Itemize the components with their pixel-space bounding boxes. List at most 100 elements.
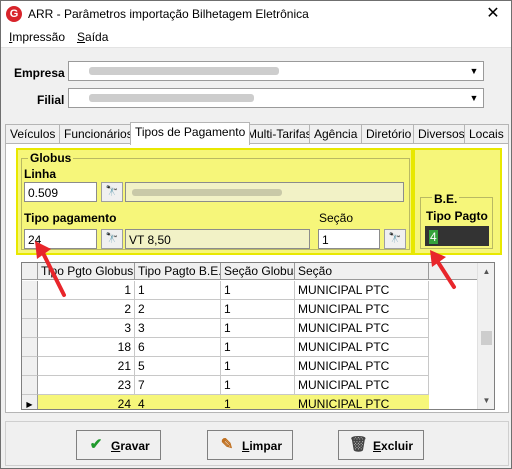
menu-saida-label: aída bbox=[85, 30, 109, 44]
chevron-down-icon[interactable]: ▼ bbox=[467, 64, 481, 78]
table-cell[interactable]: MUNICIPAL PTC bbox=[295, 300, 429, 319]
limpar-button[interactable]: ✎ Limpar bbox=[207, 430, 293, 460]
table-cell[interactable]: 18 bbox=[38, 338, 135, 357]
tipo-pagamento-search-button[interactable]: 🔭 bbox=[101, 229, 123, 249]
window-title: ARR - Parâmetros importação Bilhetagem E… bbox=[28, 7, 309, 21]
table-cell[interactable]: 3 bbox=[135, 319, 221, 338]
table-cell[interactable]: 1 bbox=[221, 376, 295, 395]
table-cell[interactable]: 3 bbox=[38, 319, 135, 338]
table-row[interactable]: 18 6 1 MUNICIPAL PTC bbox=[22, 338, 494, 357]
close-button[interactable]: ✕ bbox=[475, 1, 511, 28]
gravar-label: Gravar bbox=[111, 439, 150, 453]
col-secao-globus[interactable]: Seção Globus bbox=[221, 263, 295, 280]
table-cell[interactable]: MUNICIPAL PTC bbox=[295, 319, 429, 338]
tipo-pagamento-description: VT 8,50 bbox=[125, 229, 310, 249]
table-cell[interactable]: MUNICIPAL PTC bbox=[295, 395, 429, 409]
tab-tipos-de-pagamento[interactable]: Tipos de Pagamento bbox=[130, 122, 251, 145]
app-logo-icon: G bbox=[6, 6, 22, 22]
row-indicator[interactable] bbox=[22, 357, 38, 376]
scrollbar-thumb[interactable] bbox=[481, 331, 492, 345]
binoculars-icon: 🔭 bbox=[388, 233, 402, 244]
linha-input[interactable]: 0.509 bbox=[24, 182, 97, 202]
table-cell[interactable]: 1 bbox=[221, 357, 295, 376]
table-cell[interactable]: 1 bbox=[135, 281, 221, 300]
col-secao[interactable]: Seção bbox=[295, 263, 429, 280]
row-indicator[interactable]: ▶ bbox=[22, 395, 38, 409]
scroll-up-arrow-icon[interactable]: ▲ bbox=[478, 263, 494, 280]
table-row[interactable]: ▶ 24 4 1 MUNICIPAL PTC bbox=[22, 395, 494, 409]
excluir-rest: xcluir bbox=[381, 439, 414, 453]
annotation-arrow-icon bbox=[35, 241, 66, 297]
scroll-down-arrow-icon[interactable]: ▼ bbox=[478, 392, 494, 409]
be-tipo-pagto-value: 4 bbox=[429, 230, 438, 244]
table-cell[interactable]: MUNICIPAL PTC bbox=[295, 357, 429, 376]
table-cell[interactable]: 1 bbox=[221, 395, 295, 409]
chevron-down-icon[interactable]: ▼ bbox=[467, 91, 481, 105]
tab-multi-tarifas[interactable]: Multi-Tarifas bbox=[242, 124, 317, 144]
table-cell[interactable]: 1 bbox=[221, 319, 295, 338]
secao-input[interactable]: 1 bbox=[318, 229, 380, 249]
table-cell[interactable]: MUNICIPAL PTC bbox=[295, 376, 429, 395]
grid-vertical-scrollbar[interactable]: ▲ ▼ bbox=[477, 263, 494, 409]
table-cell[interactable]: MUNICIPAL PTC bbox=[295, 338, 429, 357]
be-tipo-pagto-label: Tipo Pagto bbox=[426, 209, 488, 223]
table-cell[interactable]: 21 bbox=[38, 357, 135, 376]
secao-label: Seção bbox=[319, 211, 354, 225]
linha-description bbox=[125, 182, 404, 202]
excluir-label: Excluir bbox=[373, 439, 413, 453]
row-indicator[interactable] bbox=[22, 319, 38, 338]
menu-saida[interactable]: Saída bbox=[77, 30, 108, 44]
table-row[interactable]: 23 7 1 MUNICIPAL PTC bbox=[22, 376, 494, 395]
menu-impressao-label: mpressão bbox=[12, 30, 66, 44]
menu-impressao[interactable]: Impressão bbox=[9, 30, 65, 44]
secao-search-button[interactable]: 🔭 bbox=[384, 229, 406, 249]
limpar-rest: impar bbox=[249, 439, 283, 453]
col-tipo-pagto-be[interactable]: Tipo Pagto B.E. bbox=[135, 263, 221, 280]
table-row[interactable]: 3 3 1 MUNICIPAL PTC bbox=[22, 319, 494, 338]
linha-label: Linha bbox=[24, 167, 56, 181]
tab-diretorio[interactable]: Diretório bbox=[361, 124, 417, 144]
filial-redacted-value bbox=[89, 94, 254, 102]
table-cell[interactable]: 1 bbox=[221, 281, 295, 300]
tab-agencia[interactable]: Agência bbox=[309, 124, 363, 144]
globus-legend: Globus bbox=[28, 151, 74, 165]
tab-locais[interactable]: Locais bbox=[464, 124, 509, 144]
be-legend: B.E. bbox=[432, 192, 460, 206]
table-cell[interactable]: 4 bbox=[135, 395, 221, 409]
tipo-pagamento-label: Tipo pagamento bbox=[24, 211, 117, 225]
table-cell[interactable]: MUNICIPAL PTC bbox=[295, 281, 429, 300]
row-indicator[interactable] bbox=[22, 338, 38, 357]
table-cell[interactable]: 2 bbox=[38, 300, 135, 319]
empresa-select[interactable]: ▼ bbox=[68, 61, 484, 81]
table-row[interactable]: 21 5 1 MUNICIPAL PTC bbox=[22, 357, 494, 376]
tab-diversos[interactable]: Diversos bbox=[413, 124, 470, 144]
table-cell[interactable]: 5 bbox=[135, 357, 221, 376]
row-indicator[interactable] bbox=[22, 376, 38, 395]
tab-funcionarios[interactable]: Funcionários bbox=[59, 124, 138, 144]
gravar-button[interactable]: ✔ Gravar bbox=[76, 430, 161, 460]
menu-bar: Impressão Saída bbox=[1, 28, 511, 48]
row-indicator[interactable] bbox=[22, 300, 38, 319]
excluir-accel: E bbox=[373, 439, 382, 453]
menu-saida-accel: S bbox=[77, 30, 86, 44]
table-cell[interactable]: 24 bbox=[38, 395, 135, 409]
table-cell[interactable]: 2 bbox=[135, 300, 221, 319]
table-cell[interactable]: 23 bbox=[38, 376, 135, 395]
binoculars-icon: 🔭 bbox=[105, 186, 119, 197]
excluir-button[interactable]: 🗑 Excluir bbox=[338, 430, 424, 460]
empresa-label: Empresa bbox=[14, 66, 65, 80]
table-cell[interactable]: 1 bbox=[221, 338, 295, 357]
table-cell[interactable]: 7 bbox=[135, 376, 221, 395]
table-cell[interactable]: 6 bbox=[135, 338, 221, 357]
linha-redacted-description bbox=[132, 189, 282, 196]
binoculars-icon: 🔭 bbox=[105, 233, 119, 244]
linha-search-button[interactable]: 🔭 bbox=[101, 182, 123, 202]
filial-select[interactable]: ▼ bbox=[68, 88, 484, 108]
empresa-redacted-value bbox=[89, 67, 279, 75]
tab-veiculos[interactable]: Veículos bbox=[5, 124, 61, 144]
gravar-rest: ravar bbox=[120, 439, 150, 453]
table-row[interactable]: 2 2 1 MUNICIPAL PTC bbox=[22, 300, 494, 319]
be-tipo-pagto-input[interactable]: 4 bbox=[425, 226, 489, 246]
table-cell[interactable]: 1 bbox=[221, 300, 295, 319]
main-window: G ARR - Parâmetros importação Bilhetagem… bbox=[0, 0, 512, 469]
